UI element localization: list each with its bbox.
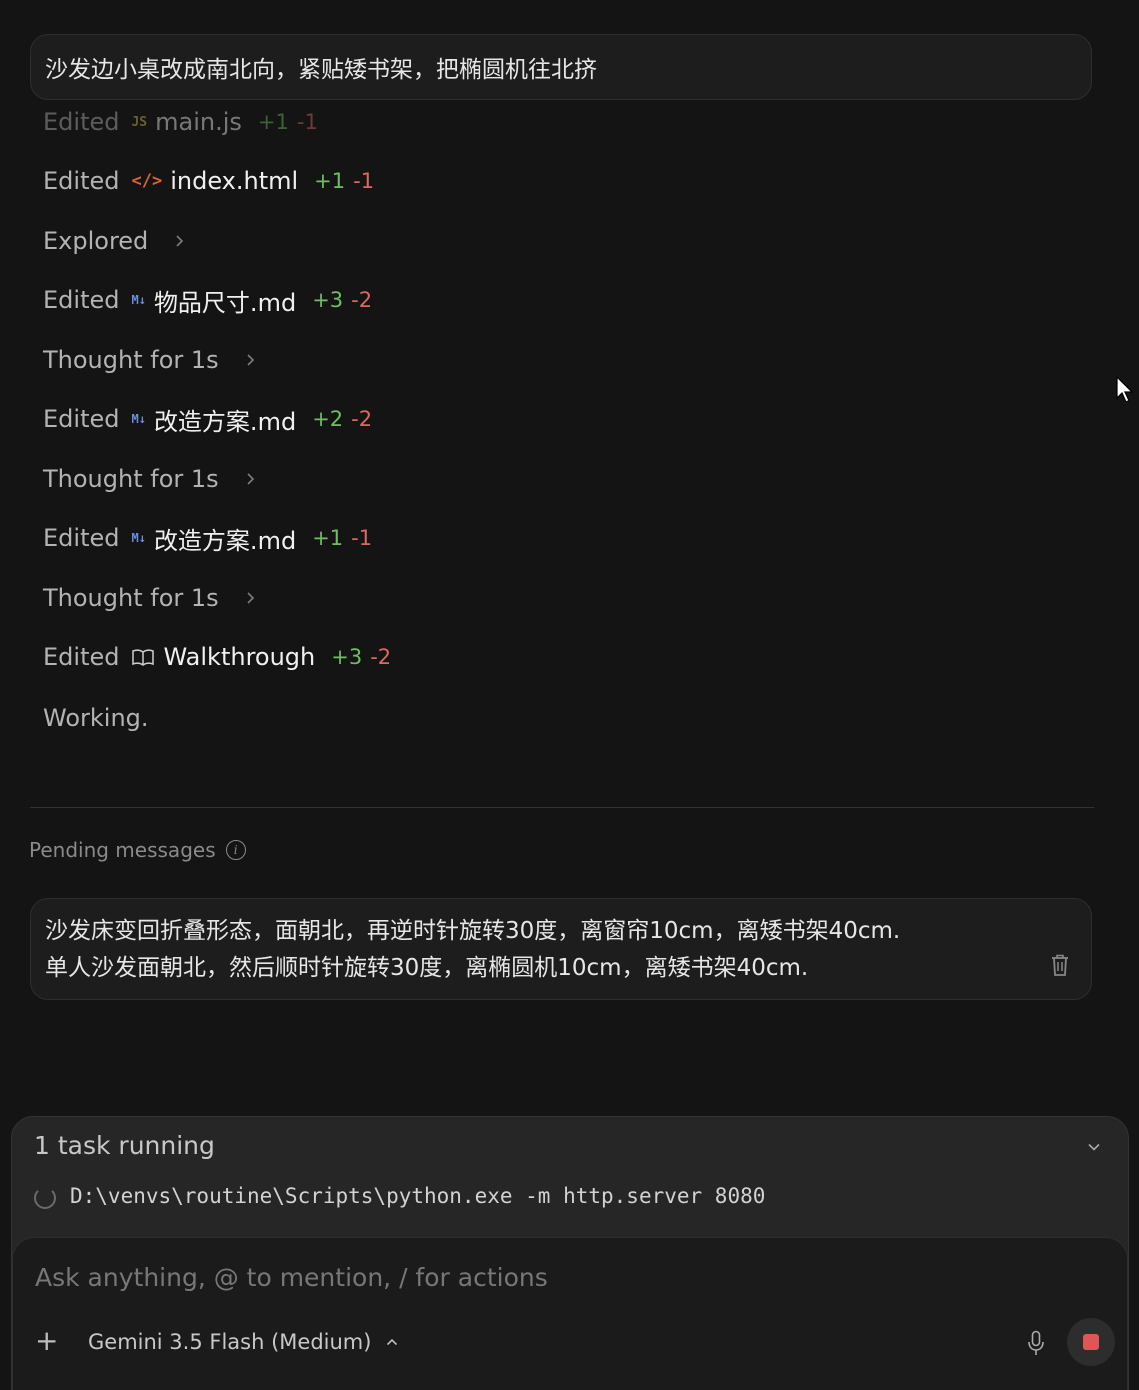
log-verb: Thought for 1s [43,346,219,374]
log-verb: Edited [43,108,120,136]
log-row: Working. [43,698,161,738]
tasks-and-composer-panel: 1 task running D:\venvs\routine\Scripts\… [11,1116,1129,1390]
log-verb: Working. [43,704,149,732]
lines-removed: -1 [353,169,375,193]
log-row[interactable]: Edited M↓ 改造方案.md +1 -1 [43,518,372,558]
chevron-right-icon[interactable] [174,229,184,253]
stop-icon [1083,1334,1099,1350]
divider [30,807,1094,808]
log-row[interactable]: Edited M↓ 物品尺寸.md +3 -2 [43,280,372,320]
running-task-command: D:\venvs\routine\Scripts\python.exe -m h… [70,1184,766,1208]
chevron-right-icon[interactable] [245,467,255,491]
log-file-name[interactable]: 物品尺寸.md [154,283,296,318]
chat-input[interactable] [33,1256,1037,1298]
lines-removed: -2 [351,288,373,312]
log-verb: Edited [43,643,120,671]
log-verb: Edited [43,524,120,552]
chevron-down-icon[interactable] [1086,1139,1102,1155]
log-verb: Thought for 1s [43,465,219,493]
log-file-name[interactable]: 改造方案.md [154,402,296,437]
log-verb: Edited [43,167,120,195]
model-selector-label: Gemini 3.5 Flash (Medium) [88,1330,372,1354]
lines-removed: -1 [351,526,373,550]
log-file-name[interactable]: main.js [155,108,242,136]
lines-added: +2 [312,407,344,431]
user-message-bubble: 沙发边小桌改成南北向，紧贴矮书架，把椭圆机往北挤 [30,34,1092,100]
lines-added: +1 [257,110,289,134]
book-icon [131,648,155,666]
expandable-log-row[interactable]: Explored [43,221,184,261]
chevron-right-icon[interactable] [245,586,255,610]
log-verb: Thought for 1s [43,584,219,612]
chevron-right-icon[interactable] [245,348,255,372]
expandable-log-row[interactable]: Thought for 1s [43,459,255,499]
lines-removed: -2 [351,407,373,431]
running-task-item[interactable]: D:\venvs\routine\Scripts\python.exe -m h… [34,1183,765,1209]
lines-removed: -1 [296,110,318,134]
composer: + Gemini 3.5 Flash (Medium) [12,1237,1128,1390]
tasks-running-title: 1 task running [34,1131,215,1160]
log-verb: Edited [43,405,120,433]
spinner-icon [34,1187,56,1209]
add-context-button[interactable]: + [35,1326,58,1356]
stop-button[interactable] [1067,1318,1115,1366]
agent-chat-panel: 沙发边小桌改成南北向，紧贴矮书架，把椭圆机往北挤 Edited JS main.js… [0,0,1139,1390]
lines-added: +3 [312,288,344,312]
pending-message-line: 单人沙发面朝北，然后顺时针旋转30度，离椭圆机10cm，离矮书架40cm. [45,955,809,981]
chevron-up-icon [387,1338,398,1346]
info-icon[interactable]: i [225,840,246,860]
expandable-log-row[interactable]: Thought for 1s [43,578,255,618]
pending-message-bubble: 沙发床变回折叠形态，面朝北，再逆时针旋转30度，离窗帘10cm，离矮书架40cm… [30,898,1092,1000]
mouse-cursor-icon [1116,376,1134,403]
log-file-name[interactable]: index.html [170,167,298,195]
lines-added: +1 [312,526,344,550]
lines-removed: -2 [370,645,392,669]
markdown-file-icon: M↓ [131,293,146,307]
lines-added: +1 [314,169,346,193]
pending-message-line: 沙发床变回折叠形态，面朝北，再逆时针旋转30度，离窗帘10cm，离矮书架40cm… [45,918,901,944]
markdown-file-icon: M↓ [131,412,146,426]
trash-icon[interactable] [1049,953,1071,977]
model-selector[interactable]: Gemini 3.5 Flash (Medium) [88,1326,399,1358]
log-row[interactable]: Edited </> index.html +1 -1 [43,161,374,201]
html-file-icon: </> [131,171,163,191]
user-message-text: 沙发边小桌改成南北向，紧贴矮书架，把椭圆机往北挤 [45,57,597,83]
js-file-icon: JS [131,114,148,130]
microphone-icon[interactable] [1027,1330,1045,1356]
expandable-log-row[interactable]: Thought for 1s [43,340,255,380]
log-verb: Edited [43,286,120,314]
log-row[interactable]: Edited Walkthrough +3 -2 [43,637,391,677]
log-row[interactable]: Edited M↓ 改造方案.md +2 -2 [43,399,372,439]
pending-messages-label: Pending messages [29,838,216,862]
log-file-name[interactable]: Walkthrough [163,643,315,671]
lines-added: +3 [331,645,363,669]
log-file-name[interactable]: 改造方案.md [154,521,296,556]
markdown-file-icon: M↓ [131,531,146,545]
log-row[interactable]: Edited JS main.js +1 -1 [43,102,318,142]
pending-messages-header: Pending messages i [29,838,246,862]
log-verb: Explored [43,227,149,255]
